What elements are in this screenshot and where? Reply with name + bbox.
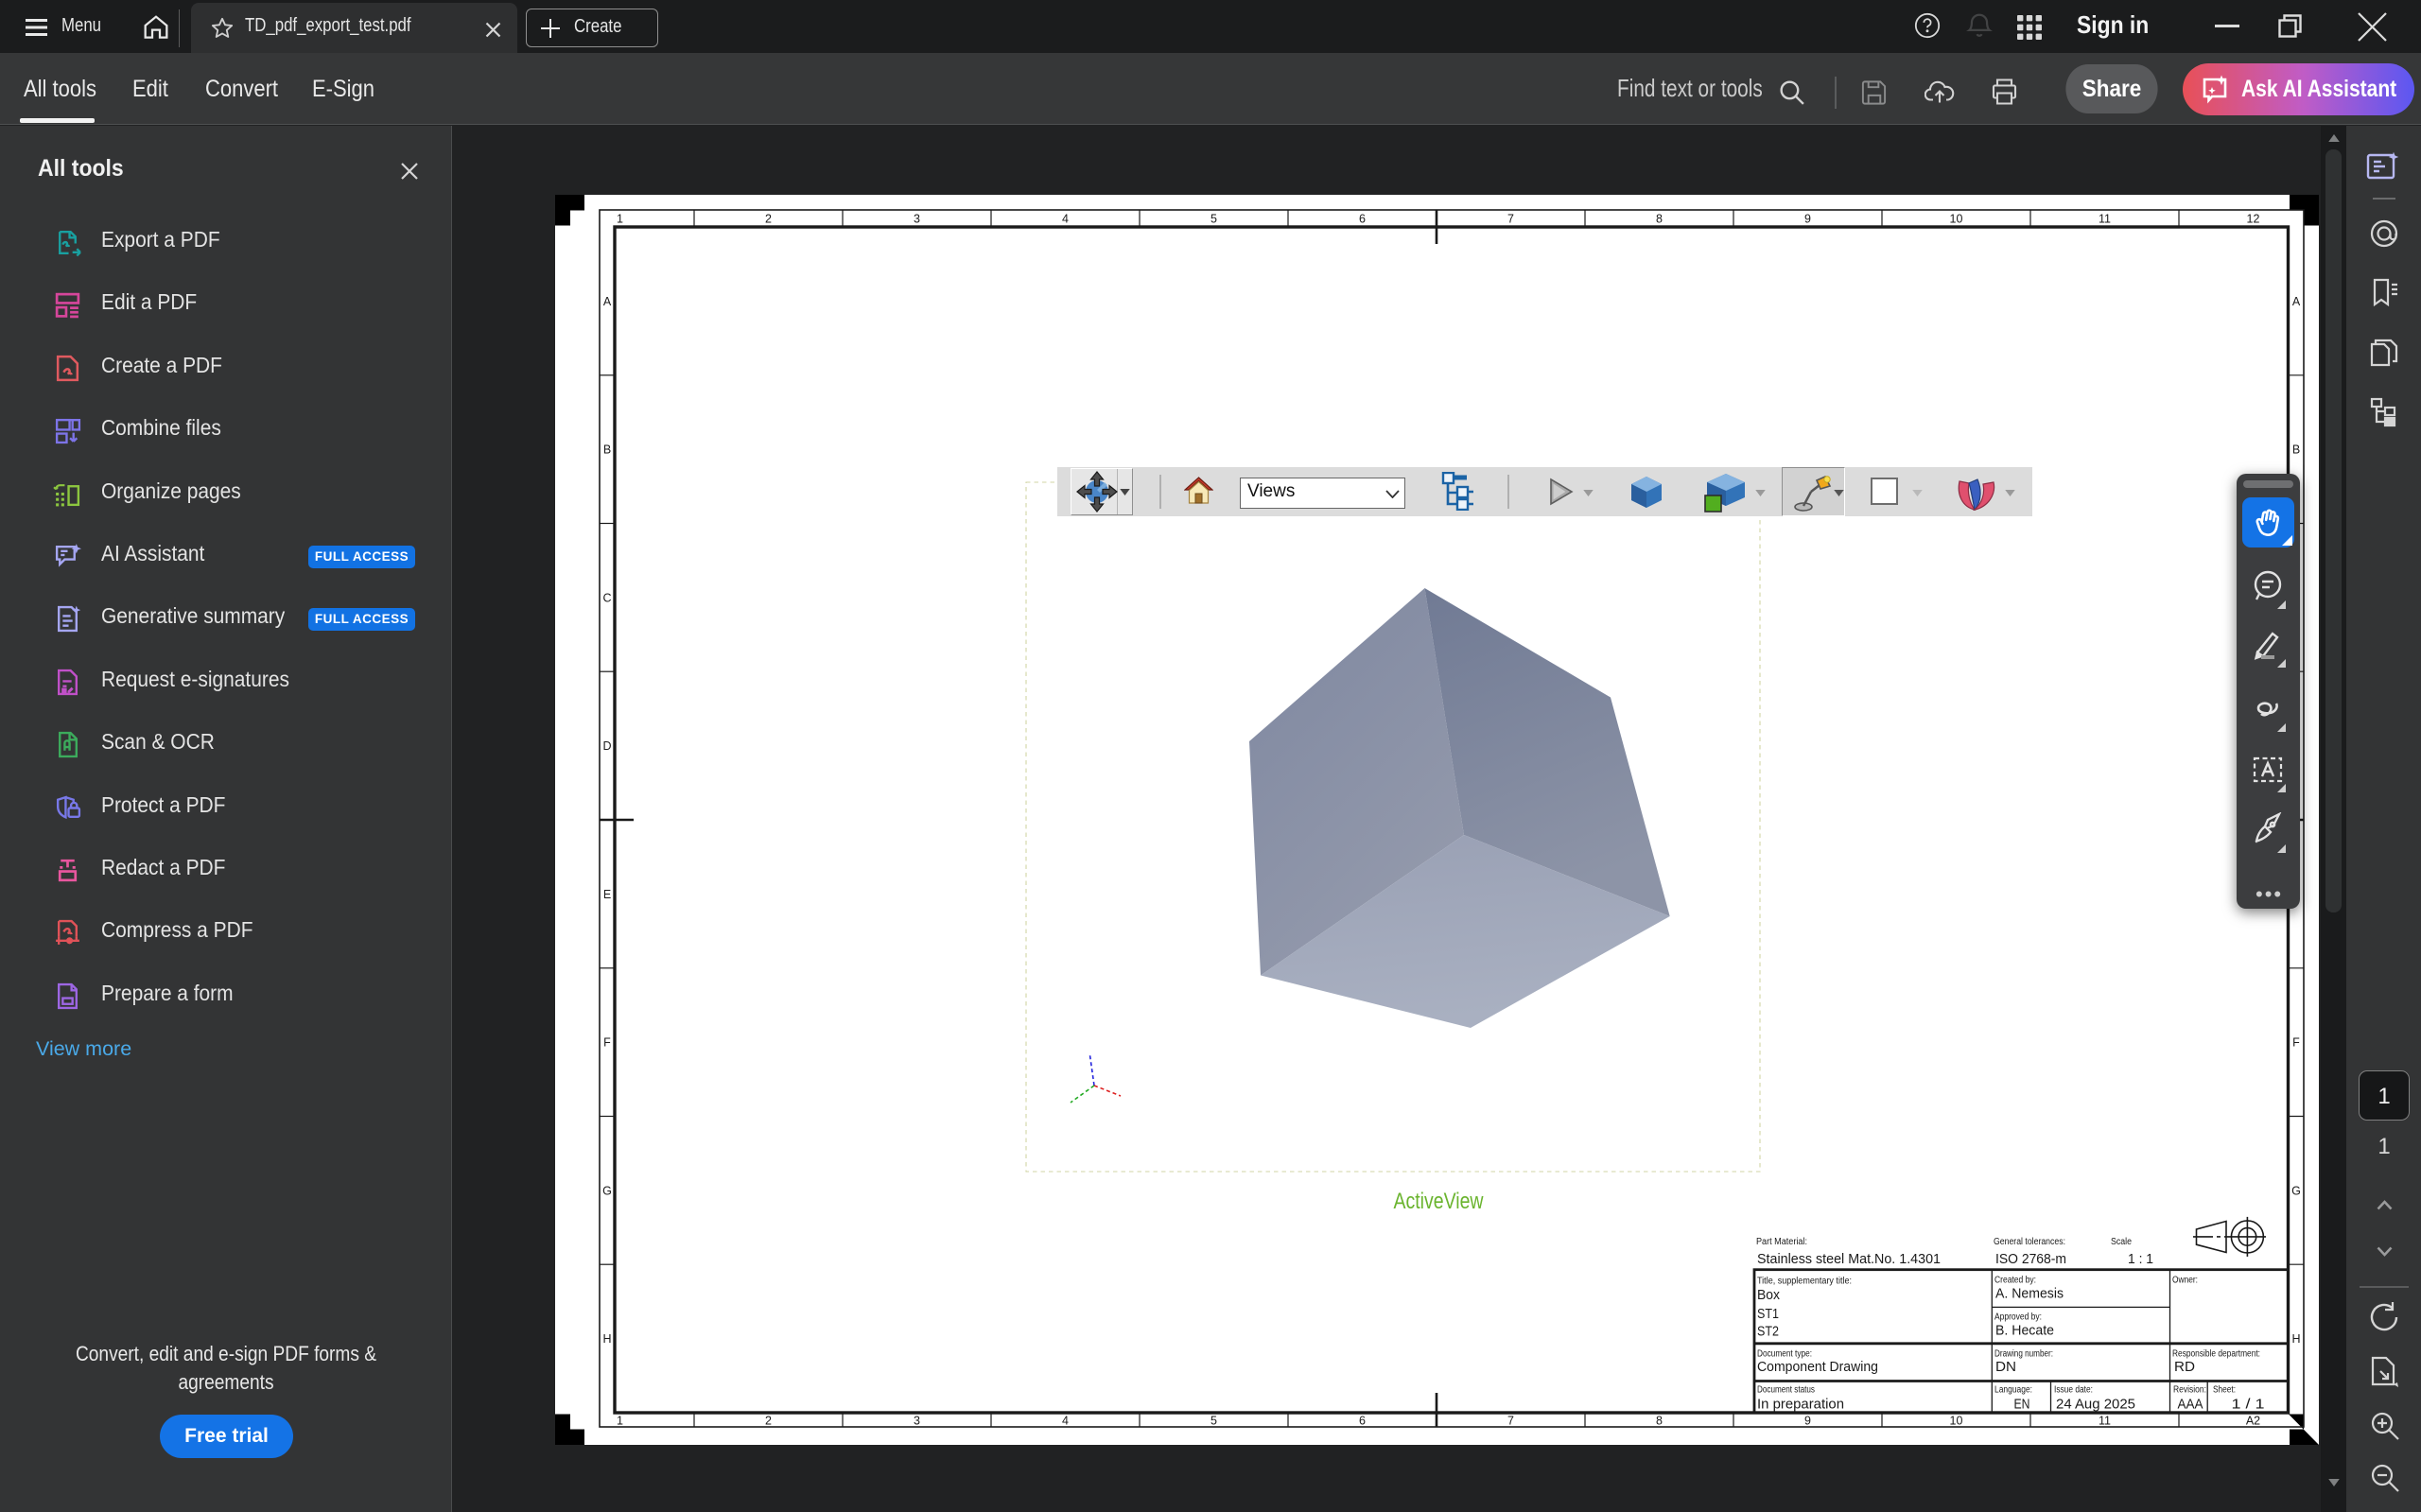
svg-text:General tolerances:: General tolerances: xyxy=(1994,1237,2065,1247)
svg-text:B: B xyxy=(2292,443,2300,457)
svg-text:F: F xyxy=(603,1036,611,1050)
svg-text:RD: RD xyxy=(2174,1360,2195,1375)
svg-text:A2: A2 xyxy=(2246,1415,2260,1428)
svg-text:11: 11 xyxy=(2099,1415,2111,1428)
svg-text:Scale: Scale xyxy=(2111,1237,2132,1247)
svg-text:1 / 1: 1 / 1 xyxy=(2232,1398,2265,1413)
svg-text:2: 2 xyxy=(765,213,772,226)
svg-text:ActiveView: ActiveView xyxy=(1394,1189,1485,1214)
svg-text:24 Aug 2025: 24 Aug 2025 xyxy=(2056,1398,2135,1413)
svg-text:11: 11 xyxy=(2099,213,2111,226)
svg-text:DN: DN xyxy=(1995,1360,2016,1375)
svg-text:2: 2 xyxy=(765,1415,772,1428)
svg-text:B: B xyxy=(603,443,611,457)
svg-text:Responsible department:: Responsible department: xyxy=(2172,1349,2260,1360)
svg-text:7: 7 xyxy=(1507,213,1514,226)
svg-text:Owner:: Owner: xyxy=(2172,1276,2198,1286)
svg-text:8: 8 xyxy=(1656,213,1663,226)
svg-text:Revision:: Revision: xyxy=(2173,1385,2206,1396)
svg-text:B. Hecate: B. Hecate xyxy=(1995,1324,2054,1339)
svg-text:Component Drawing: Component Drawing xyxy=(1757,1360,1878,1375)
svg-text:1: 1 xyxy=(617,213,623,226)
svg-text:F: F xyxy=(2292,1036,2300,1050)
svg-text:9: 9 xyxy=(1804,1415,1811,1428)
svg-text:E: E xyxy=(603,888,611,901)
svg-text:6: 6 xyxy=(1359,1415,1366,1428)
svg-text:Created by:: Created by: xyxy=(1994,1276,2036,1286)
svg-text:D: D xyxy=(602,739,611,753)
svg-text:3: 3 xyxy=(914,213,920,226)
svg-text:Approved by:: Approved by: xyxy=(1994,1312,2042,1323)
svg-text:ISO 2768-m: ISO 2768-m xyxy=(1995,1252,2066,1267)
svg-text:Title, supplementary title:: Title, supplementary title: xyxy=(1757,1277,1852,1287)
svg-text:7: 7 xyxy=(1507,1415,1514,1428)
svg-text:4: 4 xyxy=(1062,1415,1069,1428)
svg-text:ST2: ST2 xyxy=(1757,1325,1779,1340)
svg-text:A: A xyxy=(603,295,612,308)
svg-text:ST1: ST1 xyxy=(1757,1307,1779,1322)
svg-text:6: 6 xyxy=(1359,213,1366,226)
svg-text:Sheet:: Sheet: xyxy=(2213,1385,2236,1396)
svg-text:Part Material:: Part Material: xyxy=(1756,1237,1807,1247)
svg-text:4: 4 xyxy=(1062,213,1069,226)
svg-text:9: 9 xyxy=(1804,213,1811,226)
svg-text:C: C xyxy=(602,591,611,604)
svg-text:1 : 1: 1 : 1 xyxy=(2128,1252,2153,1267)
svg-text:AAA: AAA xyxy=(2178,1398,2203,1413)
svg-text:Issue date:: Issue date: xyxy=(2054,1385,2093,1396)
svg-text:Document status: Document status xyxy=(1757,1385,1815,1396)
svg-text:Drawing number:: Drawing number: xyxy=(1994,1349,2053,1360)
svg-text:Stainless steel Mat.No. 1.4301: Stainless steel Mat.No. 1.4301 xyxy=(1757,1252,1941,1267)
svg-text:3: 3 xyxy=(914,1415,920,1428)
svg-text:EN: EN xyxy=(2014,1398,2030,1413)
svg-text:12: 12 xyxy=(2247,213,2260,226)
svg-text:G: G xyxy=(602,1184,612,1197)
svg-text:H: H xyxy=(2291,1332,2300,1346)
svg-text:Box: Box xyxy=(1757,1288,1781,1303)
svg-text:5: 5 xyxy=(1210,213,1217,226)
svg-text:H: H xyxy=(602,1332,611,1346)
svg-text:10: 10 xyxy=(1950,1415,1963,1428)
svg-text:8: 8 xyxy=(1656,1415,1663,1428)
svg-text:10: 10 xyxy=(1950,213,1963,226)
svg-text:In preparation: In preparation xyxy=(1757,1398,1844,1413)
svg-text:Language:: Language: xyxy=(1994,1385,2032,1396)
svg-text:1: 1 xyxy=(617,1415,623,1428)
svg-text:G: G xyxy=(2291,1184,2301,1197)
svg-text:5: 5 xyxy=(1210,1415,1217,1428)
svg-text:A. Nemesis: A. Nemesis xyxy=(1995,1287,2064,1302)
svg-text:Document type:: Document type: xyxy=(1757,1349,1812,1360)
svg-text:A: A xyxy=(2292,295,2301,308)
